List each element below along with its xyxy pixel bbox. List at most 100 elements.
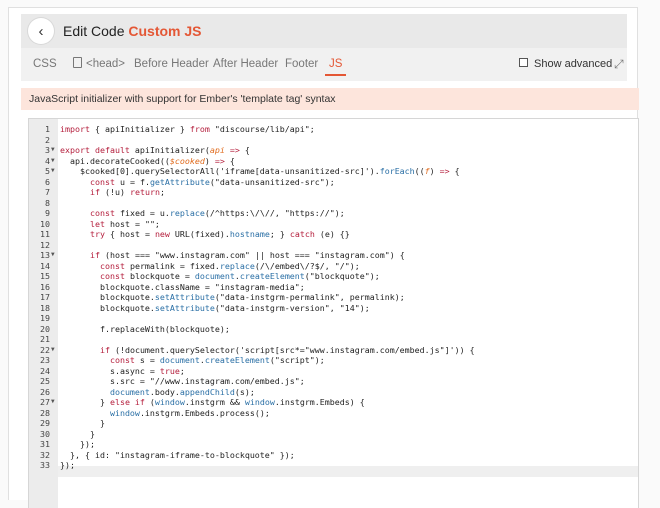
fold-arrow-icon[interactable]: ▼ bbox=[51, 345, 55, 356]
code-editor[interactable]: 1 import { apiInitializer } from "discour… bbox=[28, 118, 639, 508]
code-line[interactable]: 14 const permalink = fixed.replace(/\/em… bbox=[29, 261, 638, 272]
code-text: $cooked[0].querySelectorAll('iframe[data… bbox=[60, 166, 460, 176]
code-line[interactable]: 6 const u = f.getAttribute("data-unsanit… bbox=[29, 177, 638, 188]
code-line[interactable]: 9 const fixed = u.replace(/^https:\/\//,… bbox=[29, 208, 638, 219]
code-line[interactable]: 4 ▼ api.decorateCooked(($cooked) => { bbox=[29, 156, 638, 167]
line-number: 30 bbox=[40, 428, 50, 439]
line-number: 20 bbox=[40, 323, 50, 334]
code-text: const blockquote = document.createElemen… bbox=[99, 271, 380, 281]
code-line[interactable]: 13 ▼ if (host === "www.instagram.com" || … bbox=[29, 250, 638, 261]
line-number: 17 bbox=[40, 292, 50, 302]
code-text: window.instgrm.Embeds.process(); bbox=[109, 407, 270, 418]
fold-arrow-icon[interactable]: ▼ bbox=[51, 156, 55, 167]
fold-arrow-icon[interactable]: ▼ bbox=[51, 166, 55, 177]
line-number: 13 bbox=[40, 250, 50, 260]
fold-arrow-icon[interactable]: ▼ bbox=[51, 145, 55, 156]
line-number: 28 bbox=[40, 407, 50, 418]
code-line[interactable]: 17 blockquote.setAttribute("data-instgrm… bbox=[29, 292, 638, 303]
code-line[interactable]: 22 ▼ if (!document.querySelector('script[… bbox=[29, 345, 638, 356]
code-text: }); bbox=[60, 460, 75, 470]
line-number: 18 bbox=[40, 302, 50, 313]
code-text: blockquote.setAttribute("data-instgrm-pe… bbox=[60, 292, 405, 302]
fold-arrow-icon[interactable]: ▼ bbox=[51, 397, 55, 408]
code-text: const u = f.getAttribute("data-unsanitiz… bbox=[89, 176, 335, 187]
file-icon bbox=[73, 57, 82, 68]
show-advanced-toggle[interactable]: Show advanced bbox=[519, 58, 612, 70]
edit-code-panel: ‹ Edit Code Custom JS CSS <head> Before … bbox=[8, 7, 639, 508]
header-bar: ‹ Edit Code Custom JS bbox=[21, 14, 627, 48]
code-line[interactable]: 32 }, { id: "instagram-iframe-to-blockqu… bbox=[29, 450, 638, 461]
tab-label: Footer bbox=[285, 58, 319, 70]
code-lines[interactable]: 1 import { apiInitializer } from "discour… bbox=[29, 124, 638, 471]
code-line[interactable]: 3 ▼ export default apiInitializer(api => { bbox=[29, 145, 638, 156]
tab-label: CSS bbox=[33, 58, 57, 70]
line-number: 22 bbox=[40, 344, 50, 355]
code-line[interactable]: 16 blockquote.className = "instagram-med… bbox=[29, 282, 638, 293]
line-number: 19 bbox=[40, 313, 50, 323]
code-text: document.body.appendChild(s); bbox=[109, 386, 255, 397]
tab-js[interactable]: JS bbox=[324, 48, 347, 81]
code-line[interactable]: 25 s.src = "//www.instagram.com/embed.js… bbox=[29, 376, 638, 387]
code-line[interactable]: 26 document.body.appendChild(s); bbox=[29, 387, 638, 398]
code-line[interactable]: 29 } bbox=[29, 418, 638, 429]
show-advanced-checkbox[interactable] bbox=[519, 58, 528, 67]
code-line[interactable]: 2 bbox=[29, 135, 638, 146]
code-line[interactable]: 28 window.instgrm.Embeds.process(); bbox=[29, 408, 638, 419]
code-text: blockquote.setAttribute("data-instgrm-ve… bbox=[60, 302, 370, 313]
code-text: const permalink = fixed.replace(/\/embed… bbox=[99, 260, 360, 271]
code-line[interactable]: 31 }); bbox=[29, 439, 638, 450]
field-description: JavaScript initializer with support for … bbox=[21, 88, 639, 110]
code-section-tabs: CSS <head> Before Header After Header Fo… bbox=[21, 48, 627, 81]
code-line[interactable]: 20 f.replaceWith(blockquote); bbox=[29, 324, 638, 335]
tab-css[interactable]: CSS bbox=[33, 48, 57, 81]
code-line[interactable]: 8 bbox=[29, 198, 638, 209]
code-line[interactable]: 7 if (!u) return; bbox=[29, 187, 638, 198]
tab-footer[interactable]: Footer bbox=[285, 48, 318, 81]
code-line[interactable]: 27 ▼ } else if (window.instgrm && window.… bbox=[29, 397, 638, 408]
tab-head[interactable]: <head> bbox=[73, 48, 125, 81]
line-number: 10 bbox=[40, 218, 50, 229]
code-line[interactable]: 30 } bbox=[29, 429, 638, 440]
line-number: 2 bbox=[45, 134, 50, 145]
code-text: } bbox=[60, 428, 95, 439]
line-number: 23 bbox=[40, 355, 50, 365]
back-button[interactable]: ‹ bbox=[28, 18, 54, 44]
expand-icon[interactable]: ⤢ bbox=[614, 57, 624, 72]
code-line[interactable]: 18 blockquote.setAttribute("data-instgrm… bbox=[29, 303, 638, 314]
code-text: } else if (window.instgrm && window.inst… bbox=[60, 397, 365, 407]
tab-label: JS bbox=[329, 58, 343, 70]
line-number: 29 bbox=[40, 418, 50, 428]
code-line[interactable]: 19 bbox=[29, 313, 638, 324]
line-number: 25 bbox=[40, 376, 50, 386]
code-line[interactable]: 15 const blockquote = document.createEle… bbox=[29, 271, 638, 282]
code-line[interactable]: 33}); bbox=[29, 460, 638, 471]
code-line[interactable]: 1 import { apiInitializer } from "discour… bbox=[29, 124, 638, 135]
code-text: const fixed = u.replace(/^https:\/\//, "… bbox=[89, 208, 345, 218]
line-number: 14 bbox=[40, 260, 50, 271]
line-number: 11 bbox=[40, 229, 50, 239]
line-number: 4 bbox=[45, 155, 50, 166]
code-text: import { apiInitializer } from "discours… bbox=[60, 124, 315, 134]
code-line[interactable]: 21 bbox=[29, 334, 638, 345]
code-line[interactable]: 23 const s = document.createElement("scr… bbox=[29, 355, 638, 366]
line-number: 9 bbox=[45, 208, 50, 218]
show-advanced-label: Show advanced bbox=[534, 58, 613, 70]
tab-before-header[interactable]: Before Header bbox=[134, 48, 209, 81]
fold-arrow-icon[interactable]: ▼ bbox=[51, 250, 55, 261]
tab-after-header[interactable]: After Header bbox=[213, 48, 278, 81]
line-number: 16 bbox=[40, 281, 50, 292]
code-line[interactable]: 10 let host = ""; bbox=[29, 219, 638, 230]
code-text: try { host = new URL(fixed).hostname; } … bbox=[89, 229, 350, 239]
line-number: 6 bbox=[45, 176, 50, 187]
line-number: 12 bbox=[40, 239, 50, 250]
code-line[interactable]: 24 s.async = true; bbox=[29, 366, 638, 377]
code-text: s.async = true; bbox=[60, 365, 185, 376]
title-theme-component: Custom JS bbox=[128, 23, 202, 39]
code-line[interactable]: 5 ▼ $cooked[0].querySelectorAll('iframe[d… bbox=[29, 166, 638, 177]
line-number: 5 bbox=[45, 166, 50, 176]
code-line[interactable]: 11 try { host = new URL(fixed).hostname;… bbox=[29, 229, 638, 240]
code-line[interactable]: 12 bbox=[29, 240, 638, 251]
code-text: if (host === "www.instagram.com" || host… bbox=[89, 250, 405, 260]
code-text: export default apiInitializer(api => { bbox=[60, 145, 250, 155]
tab-label: <head> bbox=[86, 58, 126, 70]
